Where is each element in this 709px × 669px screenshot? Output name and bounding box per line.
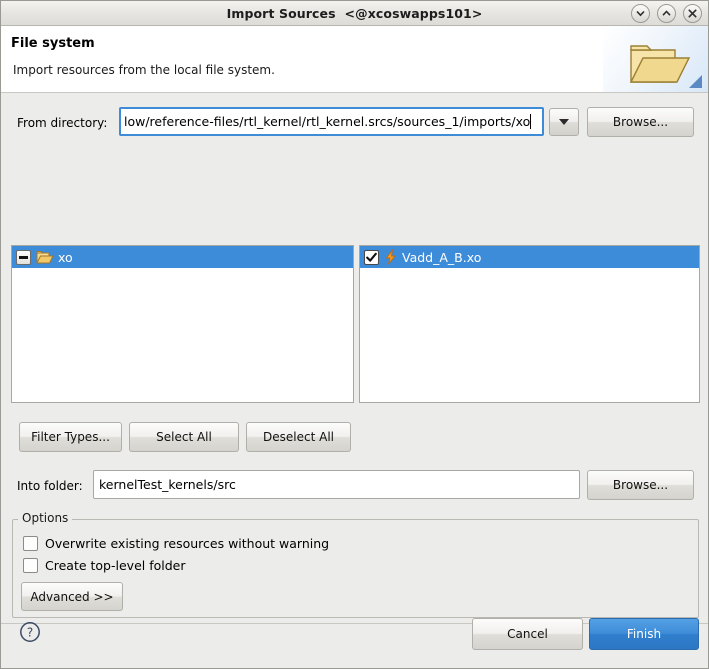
select-all-button[interactable]: Select All — [129, 422, 239, 452]
folder-icon — [36, 250, 54, 263]
page-title: File system — [11, 36, 95, 51]
overwrite-checkbox[interactable] — [23, 536, 38, 551]
tree-row[interactable]: xo — [12, 246, 353, 268]
page-description: Import resources from the local file sys… — [13, 63, 275, 77]
finish-button[interactable]: Finish — [589, 618, 699, 650]
open-folder-icon — [629, 45, 691, 83]
header-banner-graphic — [585, 26, 708, 92]
advanced-button[interactable]: Advanced >> — [21, 582, 123, 611]
deselect-all-button[interactable]: Deselect All — [246, 422, 351, 452]
overwrite-option-row[interactable]: Overwrite existing resources without war… — [23, 536, 329, 551]
window-title: Import Sources <@xcoswapps101> — [226, 5, 483, 21]
bolt-icon — [386, 249, 396, 265]
from-directory-input[interactable]: low/reference-files/rtl_kernel/rtl_kerne… — [119, 107, 544, 136]
close-button[interactable] — [683, 4, 702, 23]
window-controls — [631, 4, 702, 23]
text-caret — [530, 114, 532, 129]
from-directory-value: low/reference-files/rtl_kernel/rtl_kerne… — [124, 114, 531, 129]
dialog-body: From directory: low/reference-files/rtl_… — [1, 93, 708, 668]
maximize-button[interactable] — [657, 4, 676, 23]
help-icon[interactable]: ? — [19, 621, 41, 643]
dialog-header: File system Import resources from the lo… — [1, 26, 708, 93]
list-item[interactable]: Vadd_A_B.xo — [360, 246, 699, 268]
source-folder-tree[interactable]: xo — [11, 245, 354, 403]
minimize-button[interactable] — [631, 4, 650, 23]
from-directory-browse-button[interactable]: Browse... — [587, 107, 694, 137]
create-top-level-folder-row[interactable]: Create top-level folder — [23, 558, 186, 573]
from-directory-row: From directory: low/reference-files/rtl_… — [1, 107, 709, 140]
cancel-button[interactable]: Cancel — [472, 618, 583, 650]
chevron-down-icon — [559, 119, 569, 125]
collapse-expander-icon[interactable] — [16, 249, 31, 265]
from-directory-label: From directory: — [17, 116, 108, 130]
create-top-level-folder-label: Create top-level folder — [45, 558, 186, 573]
from-directory-dropdown-button[interactable] — [549, 108, 579, 136]
list-item-label: Vadd_A_B.xo — [402, 249, 482, 265]
into-folder-value: kernelTest_kernels/src — [99, 477, 236, 492]
filter-types-button[interactable]: Filter Types... — [19, 422, 122, 452]
into-folder-input[interactable]: kernelTest_kernels/src — [93, 470, 580, 499]
options-legend: Options — [18, 511, 73, 525]
overwrite-option-label: Overwrite existing resources without war… — [45, 536, 330, 551]
create-top-level-folder-checkbox[interactable] — [23, 558, 38, 573]
tree-row-label: xo — [58, 249, 73, 265]
into-folder-browse-button[interactable]: Browse... — [587, 470, 694, 500]
title-bar: Import Sources <@xcoswapps101> — [1, 1, 708, 26]
source-file-list[interactable]: Vadd_A_B.xo — [359, 245, 700, 403]
import-sources-dialog: Import Sources <@xcoswapps101> File syst… — [0, 0, 709, 669]
into-folder-label: Into folder: — [17, 479, 83, 493]
svg-text:?: ? — [27, 626, 33, 640]
file-checkbox[interactable] — [364, 249, 379, 265]
